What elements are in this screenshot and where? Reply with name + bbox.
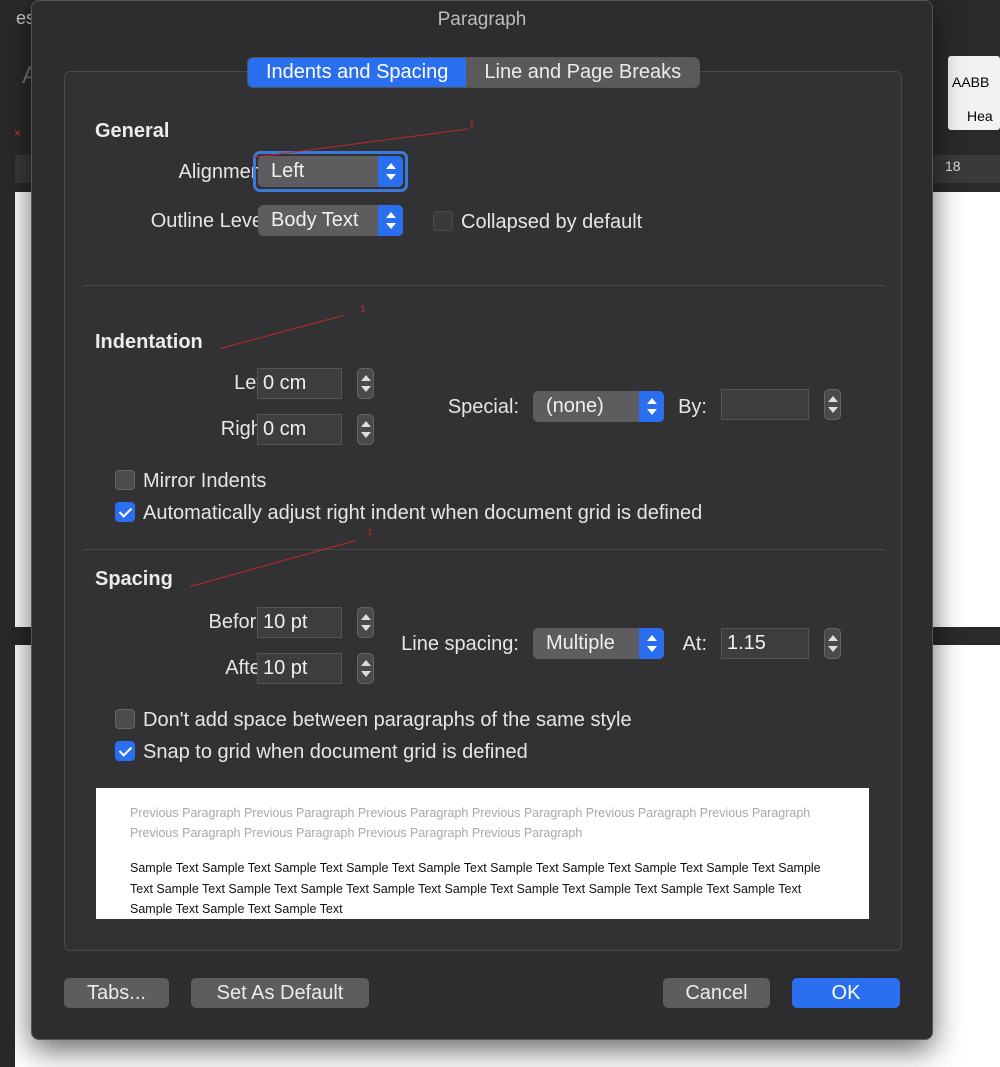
snap-to-grid-checkbox[interactable]: [115, 741, 135, 761]
indent-right-stepper[interactable]: [357, 414, 374, 445]
indent-left-field[interactable]: 0 cm: [257, 368, 342, 399]
outline-level-value: Body Text: [271, 209, 359, 231]
collapsed-checkbox[interactable]: [433, 211, 453, 231]
indent-right-label: Right:: [220, 418, 273, 440]
dont-add-space-checkbox[interactable]: [115, 709, 135, 729]
set-as-default-button[interactable]: Set As Default: [191, 978, 369, 1008]
special-popup[interactable]: (none): [533, 391, 664, 422]
tab-indents-spacing[interactable]: Indents and Spacing: [248, 58, 467, 87]
tabs-button[interactable]: Tabs...: [64, 978, 169, 1008]
at-field[interactable]: 1.15: [721, 628, 809, 659]
tab-bar: Indents and Spacing Line and Page Breaks: [247, 57, 701, 88]
indent-left-label: Left:: [234, 372, 273, 394]
annotation-number: 1: [360, 304, 366, 315]
section-title-indentation: Indentation: [95, 331, 203, 353]
spacing-after-stepper[interactable]: [357, 653, 374, 684]
cancel-button[interactable]: Cancel: [663, 978, 770, 1008]
paragraph-preview: Previous Paragraph Previous Paragraph Pr…: [96, 788, 869, 919]
alignment-label: Alignment:: [178, 161, 274, 183]
annotation-number: 1: [367, 527, 373, 538]
special-value: (none): [546, 395, 604, 417]
chevron-updown-icon: [639, 391, 664, 422]
special-label: Special:: [447, 396, 519, 418]
section-title-spacing: Spacing: [95, 568, 173, 590]
mirror-indents-checkbox[interactable]: [115, 470, 135, 490]
spacing-before-label: Before:: [208, 611, 273, 633]
outline-level-label: Outline Level:: [150, 210, 273, 232]
mirror-indents-label: Mirror Indents: [143, 470, 267, 492]
spacing-before-field[interactable]: 10 pt: [257, 607, 342, 638]
chevron-updown-icon: [378, 205, 403, 236]
preview-previous-paragraph: Previous Paragraph Previous Paragraph Pr…: [130, 806, 811, 840]
section-title-general: General: [95, 120, 170, 142]
auto-adjust-checkbox[interactable]: [115, 502, 135, 522]
by-field[interactable]: [721, 389, 809, 420]
indent-right-field[interactable]: 0 cm: [257, 414, 342, 445]
paragraph-dialog: Paragraph General Alignment: Left Outlin…: [31, 0, 933, 1040]
outline-level-popup[interactable]: Body Text: [258, 205, 403, 236]
alignment-value: Left: [271, 160, 305, 182]
section-divider: [83, 549, 885, 550]
ruler-number: 18: [945, 158, 961, 174]
alignment-popup[interactable]: Left: [258, 156, 403, 187]
dont-add-space-label: Don't add space between paragraphs of th…: [143, 709, 632, 731]
at-label: At:: [682, 633, 707, 655]
style-thumbnail-text: AABB: [952, 74, 990, 90]
line-spacing-value: Multiple: [546, 632, 615, 654]
line-spacing-label: Line spacing:: [401, 633, 519, 655]
indent-left-stepper[interactable]: [357, 368, 374, 399]
chevron-updown-icon: [378, 156, 403, 187]
red-mark-fragment: ×: [14, 126, 22, 140]
ok-button[interactable]: OK: [792, 978, 900, 1008]
dialog-title: Paragraph: [437, 9, 527, 30]
style-thumbnail-label: Hea: [967, 108, 993, 124]
at-stepper[interactable]: [824, 628, 841, 659]
by-stepper[interactable]: [824, 389, 841, 420]
tab-line-page-breaks[interactable]: Line and Page Breaks: [466, 58, 700, 87]
chevron-updown-icon: [639, 628, 664, 659]
collapsed-label: Collapsed by default: [461, 211, 643, 233]
auto-adjust-label: Automatically adjust right indent when d…: [143, 502, 703, 524]
section-divider: [83, 285, 885, 286]
line-spacing-popup[interactable]: Multiple: [533, 628, 664, 659]
annotation-number: 1: [469, 119, 475, 130]
spacing-after-label: After:: [225, 657, 273, 679]
spacing-after-field[interactable]: 10 pt: [257, 653, 342, 684]
snap-to-grid-label: Snap to grid when document grid is defin…: [143, 741, 528, 763]
by-label: By:: [678, 396, 707, 418]
preview-sample-text: Sample Text Sample Text Sample Text Samp…: [130, 861, 821, 916]
